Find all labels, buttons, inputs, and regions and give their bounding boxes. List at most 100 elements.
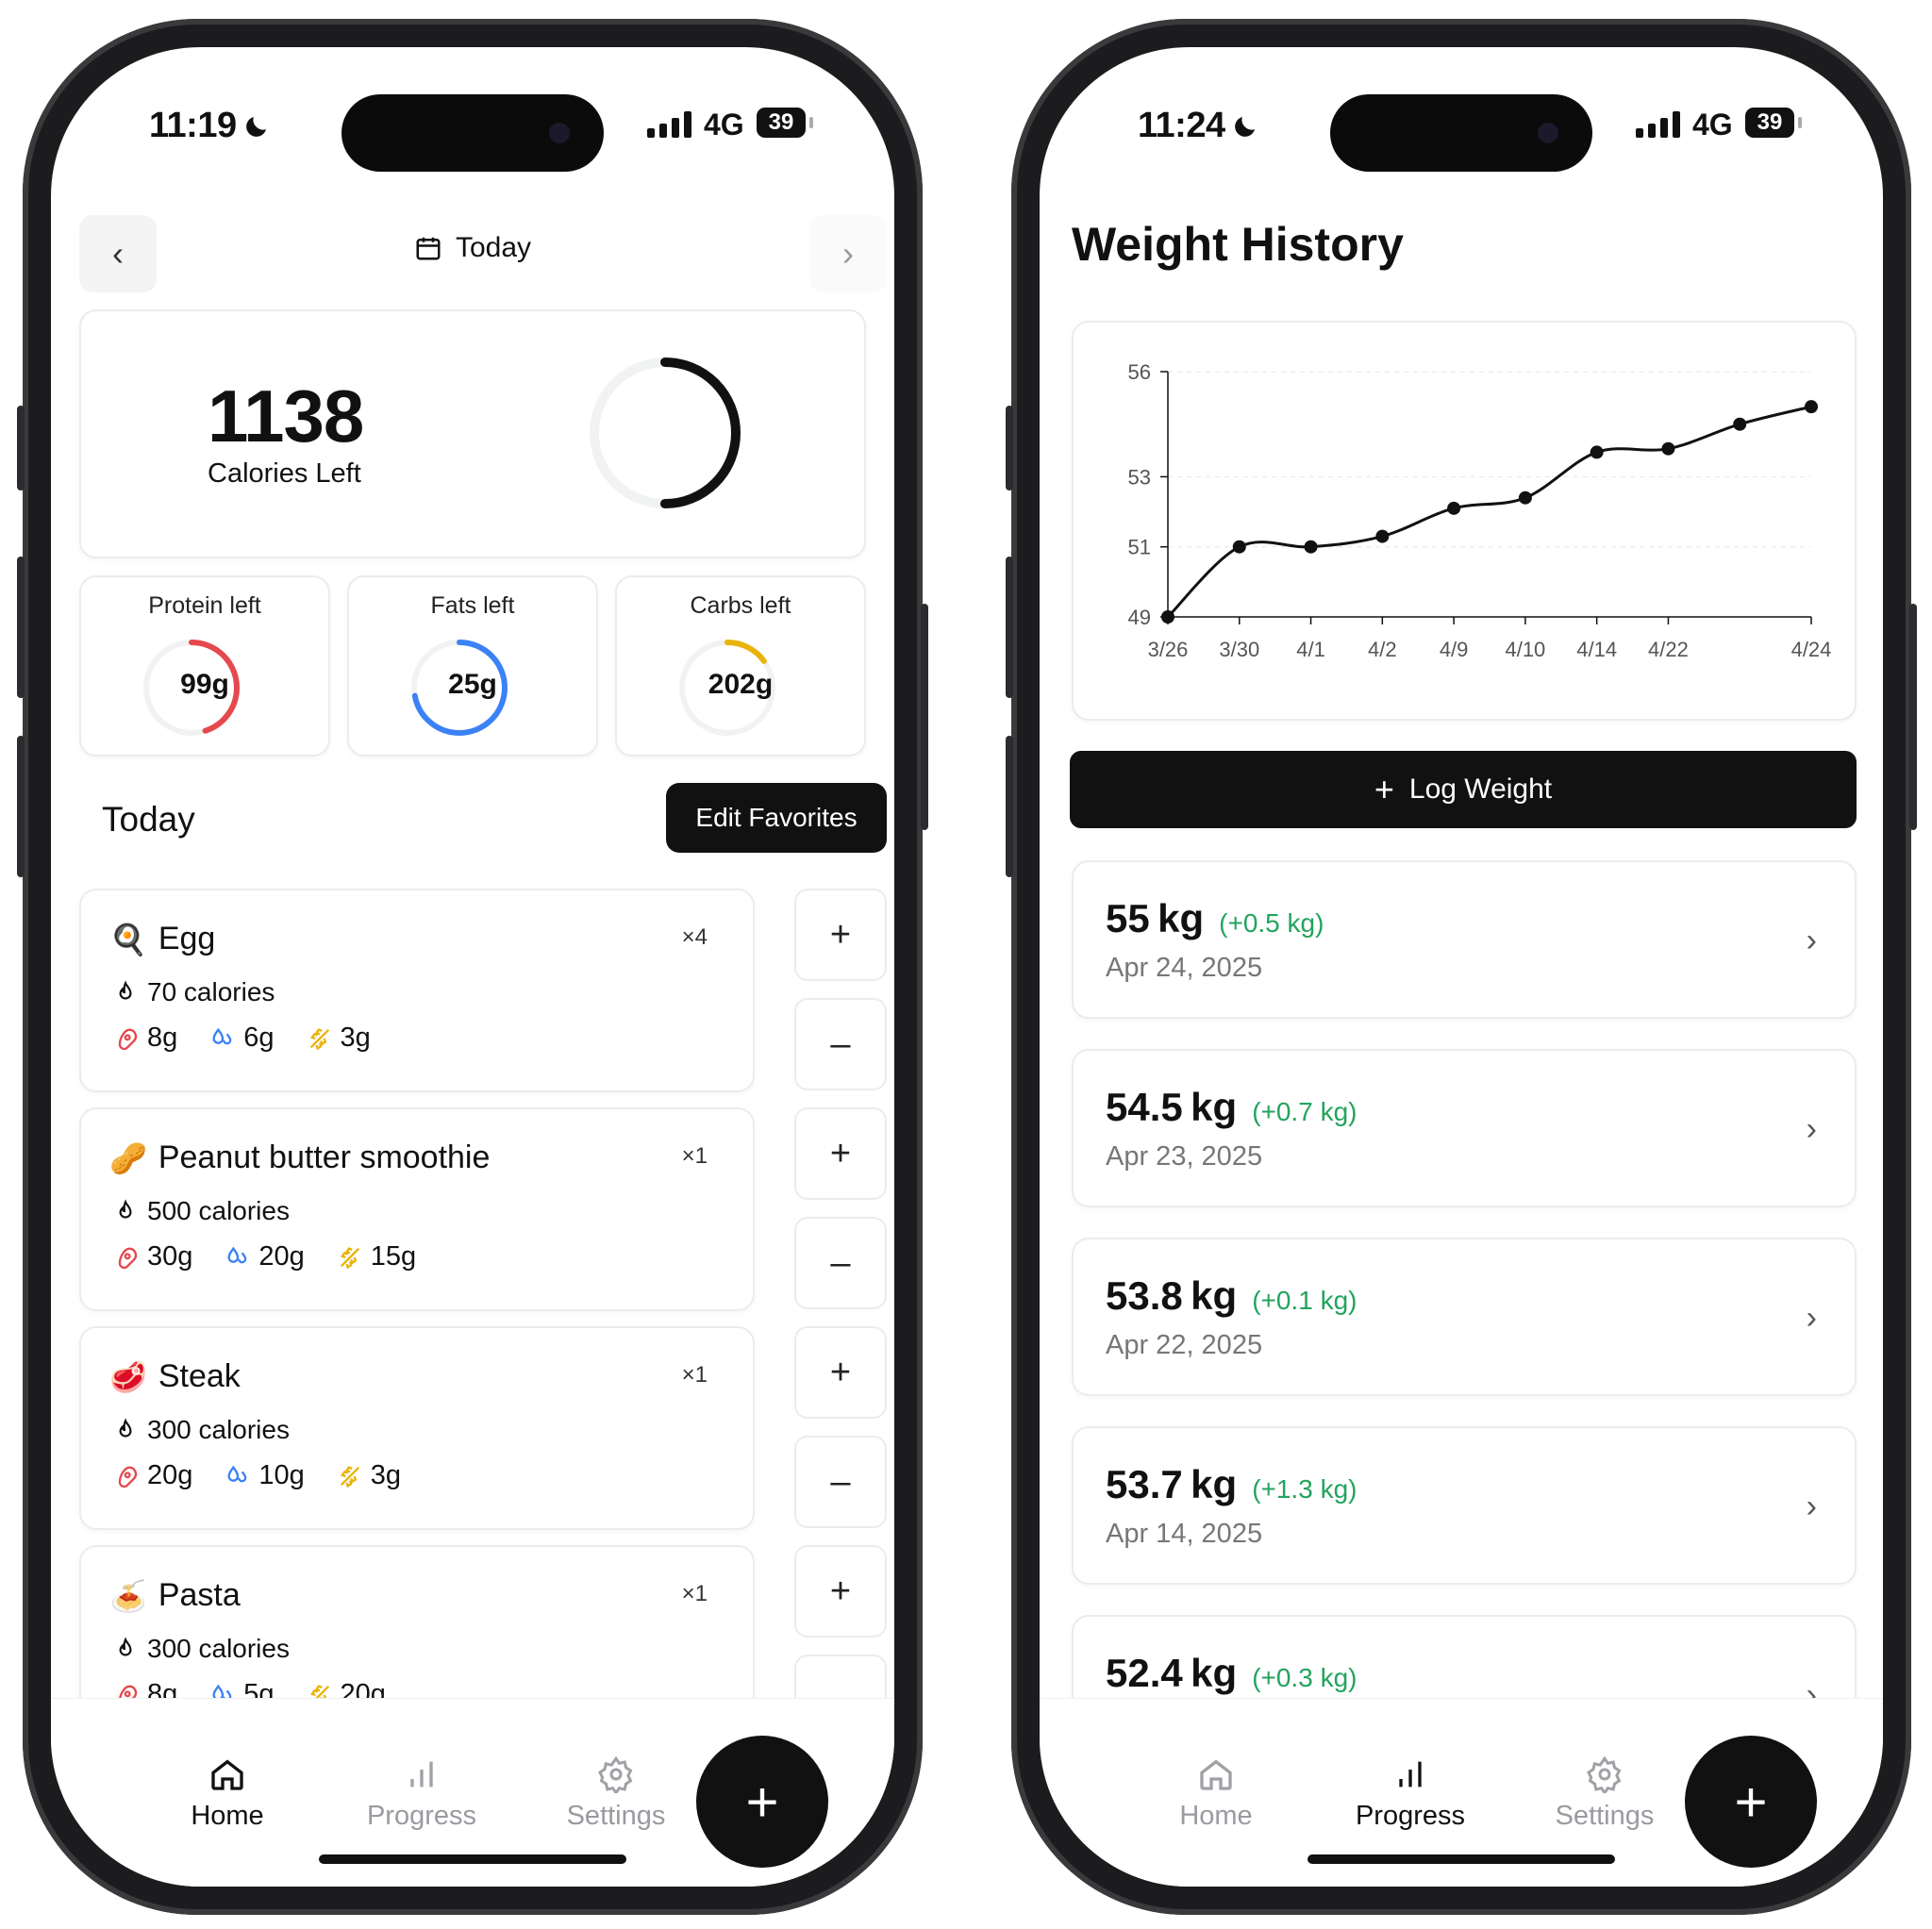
status-time: 11:19 (149, 106, 271, 146)
food-emoji-icon: 🥜 (109, 1140, 147, 1175)
weight-date: Apr 23, 2025 (1106, 1141, 1263, 1172)
carbs-wheat-icon (340, 1465, 359, 1488)
calories-ring (590, 358, 741, 508)
log-weight-label: Log Weight (1408, 773, 1553, 805)
data-point[interactable] (1805, 400, 1818, 414)
date-selector[interactable]: Today (51, 232, 894, 264)
flame-icon (119, 1199, 132, 1219)
weight-value: 55 kg (+0.5 kg) (1106, 896, 1324, 941)
data-point[interactable] (1232, 540, 1246, 554)
weight-number: 54.5 (1106, 1085, 1183, 1129)
fat-drop-icon (227, 1465, 247, 1482)
flame-icon (119, 1637, 132, 1656)
data-point[interactable] (1590, 445, 1604, 459)
decrement-button[interactable]: – (794, 1217, 887, 1309)
fat-drop-icon (227, 1246, 247, 1263)
increment-button[interactable]: + (794, 889, 887, 981)
home-icon (1200, 1759, 1232, 1790)
food-fat: 6g (243, 1023, 275, 1053)
volume-down-button (1006, 736, 1013, 877)
protein-icon (118, 1246, 138, 1269)
tab-home[interactable]: Home (147, 1755, 308, 1832)
phone-frame-left: 11:19 4G 39 ‹ Today › 1138 Calories Left (17, 19, 928, 1915)
food-calories-text: 500 calories (147, 1196, 290, 1225)
dynamic-island (1330, 94, 1592, 172)
food-item-card[interactable]: 🥩 Steak ×1 300 calories 20g 10g 3g (79, 1326, 755, 1530)
tab-progress[interactable]: Progress (341, 1755, 502, 1832)
data-point[interactable] (1518, 491, 1532, 505)
gear-icon (598, 1755, 633, 1793)
tab-home-label: Home (191, 1801, 264, 1831)
food-name: 🥩 Steak (109, 1358, 241, 1395)
tab-progress[interactable]: Progress (1330, 1755, 1491, 1832)
phone-frame-right: 11:24 4G 39 Weight History 49 51 53 56 3/26 3… (1006, 19, 1917, 1915)
home-icon (211, 1759, 243, 1790)
bar-chart-icon (1399, 1761, 1422, 1788)
decrement-button[interactable]: – (794, 1436, 887, 1528)
food-name-text: Pasta (158, 1577, 241, 1613)
food-name: 🥜 Peanut butter smoothie (109, 1139, 490, 1176)
x-tick-label: 4/9 (1440, 638, 1469, 661)
data-point[interactable] (1661, 441, 1675, 456)
protein-card: Protein left 99g (79, 575, 330, 757)
x-tick-label: 3/30 (1219, 638, 1259, 661)
increment-button[interactable]: + (794, 1107, 887, 1200)
battery-icon: 39 (757, 108, 806, 138)
food-item-card[interactable]: 🥜 Peanut butter smoothie ×1 500 calories … (79, 1107, 755, 1311)
fats-value: 25g (448, 669, 497, 700)
food-carbs: 15g (370, 1241, 417, 1272)
calendar-icon (416, 237, 441, 260)
moon-icon (245, 116, 266, 137)
weight-value: 53.7 kg (+1.3 kg) (1106, 1462, 1357, 1507)
status-bar: 11:24 4G 39 (1040, 94, 1883, 172)
calories-left-label: Calories Left (208, 458, 361, 489)
tab-settings[interactable]: Settings (1524, 1755, 1685, 1832)
data-point[interactable] (1375, 529, 1390, 543)
food-calories-text: 300 calories (147, 1415, 290, 1444)
food-macros: 8g 6g 3g (113, 1023, 371, 1054)
weight-entry-card[interactable]: 53.8 kg (+0.1 kg) Apr 22, 2025 › (1072, 1238, 1857, 1396)
food-carbs: 3g (340, 1023, 371, 1053)
decrement-button[interactable]: – (794, 998, 887, 1090)
data-point[interactable] (1733, 417, 1747, 431)
weight-entry-card[interactable]: 54.5 kg (+0.7 kg) Apr 23, 2025 › (1072, 1049, 1857, 1207)
next-day-button[interactable]: › (809, 215, 887, 292)
weight-chart-card: 49 51 53 56 3/26 3/30 4/1 4/2 4/9 4/10 4/14 4/22 4/2… (1072, 321, 1857, 721)
weight-delta: (+1.3 kg) (1252, 1474, 1357, 1504)
food-count: ×1 (681, 1143, 708, 1169)
increment-button[interactable]: + (794, 1326, 887, 1419)
increment-button[interactable]: + (794, 1545, 887, 1638)
log-weight-button[interactable]: + Log Weight (1070, 751, 1857, 828)
network-type: 4G (704, 108, 744, 141)
weight-entry-card[interactable]: 53.7 kg (+1.3 kg) Apr 14, 2025 › (1072, 1426, 1857, 1585)
tab-progress-label: Progress (1355, 1801, 1466, 1831)
power-button (1909, 604, 1917, 830)
weight-series-line (1166, 405, 1812, 619)
fats-card: Fats left 25g (347, 575, 598, 757)
carbs-title: Carbs left (690, 592, 791, 619)
chevron-right-icon: › (1806, 923, 1817, 958)
tab-settings[interactable]: Settings (536, 1755, 696, 1832)
weight-entry-card[interactable]: 55 kg (+0.5 kg) Apr 24, 2025 › (1072, 860, 1857, 1019)
food-protein: 20g (147, 1460, 193, 1490)
chevron-right-icon: › (1806, 1111, 1817, 1147)
x-tick-label: 4/22 (1648, 638, 1689, 661)
gear-icon (1587, 1755, 1622, 1793)
chevron-right-icon: › (1806, 1300, 1817, 1336)
food-protein: 8g (147, 1023, 178, 1053)
add-fab-button[interactable]: + (1685, 1736, 1817, 1868)
edit-favorites-button[interactable]: Edit Favorites (666, 783, 887, 853)
data-point[interactable] (1304, 540, 1318, 554)
data-point[interactable] (1161, 610, 1174, 624)
food-name-text: Peanut butter smoothie (158, 1139, 491, 1175)
battery-icon: 39 (1745, 108, 1794, 138)
bar-chart-icon (410, 1761, 433, 1788)
food-item-card[interactable]: 🍳 Egg ×4 70 calories 8g 6g 3g (79, 889, 755, 1092)
protein-value: 99g (180, 669, 229, 700)
food-emoji-icon: 🍳 (109, 922, 147, 956)
data-point[interactable] (1447, 501, 1461, 515)
tab-home[interactable]: Home (1136, 1755, 1296, 1832)
add-fab-button[interactable]: + (696, 1736, 828, 1868)
calories-left-value: 1138 (208, 374, 364, 457)
protein-icon (118, 1465, 138, 1488)
